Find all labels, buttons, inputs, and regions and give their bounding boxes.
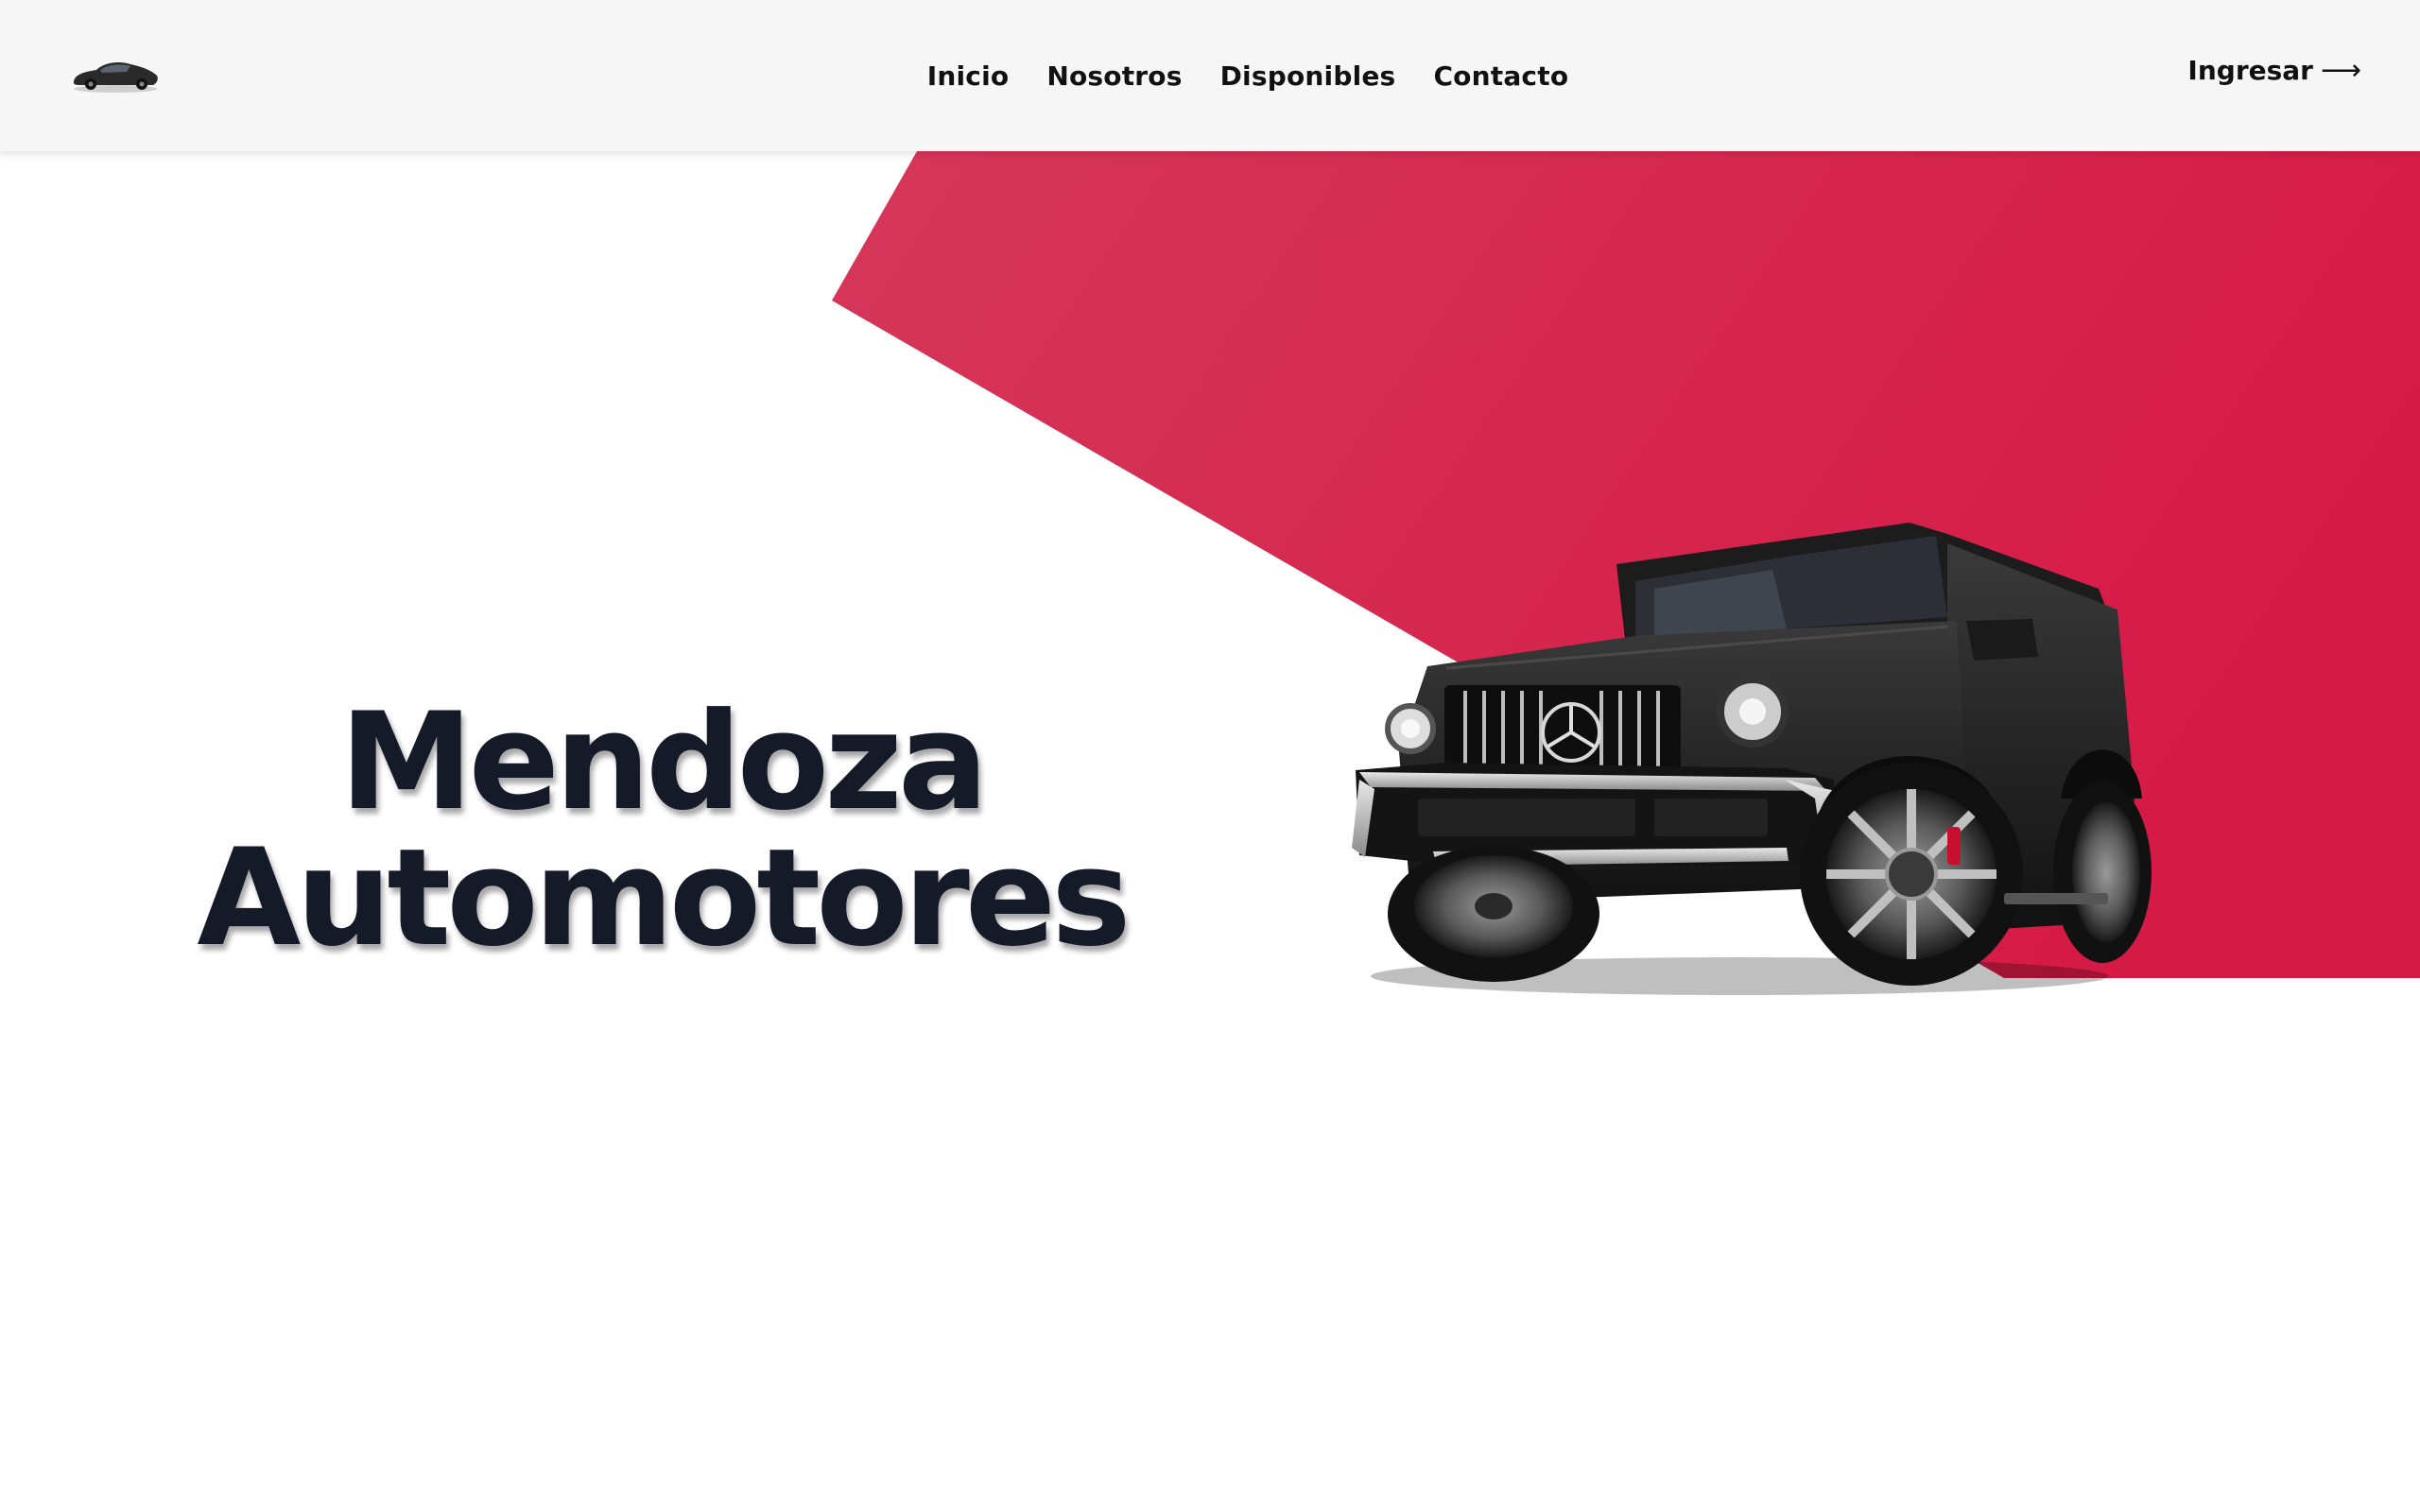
page: Inicio Nosotros Disponibles Contacto Ing…: [0, 0, 2420, 1512]
hero-title-line2: Automotores: [197, 820, 1131, 977]
nav-contacto[interactable]: Contacto: [1433, 60, 1568, 92]
site-header: Inicio Nosotros Disponibles Contacto Ing…: [0, 0, 2420, 151]
arrow-right-icon: ⟶: [2320, 53, 2361, 87]
suv-car-image: [1352, 523, 2152, 995]
login-link[interactable]: Ingresar ⟶: [2187, 55, 2361, 86]
car-logo-icon: [73, 62, 158, 93]
nav-inicio[interactable]: Inicio: [927, 60, 1010, 92]
logo-link[interactable]: [70, 53, 161, 94]
nav-disponibles[interactable]: Disponibles: [1220, 60, 1396, 92]
hero-title: Mendoza Automotores: [132, 695, 1191, 967]
login-label: Ingresar: [2187, 55, 2313, 86]
nav-nosotros[interactable]: Nosotros: [1046, 60, 1182, 92]
hero-title-line1: Mendoza: [339, 684, 988, 841]
main-nav: Inicio Nosotros Disponibles Contacto: [0, 0, 2420, 151]
